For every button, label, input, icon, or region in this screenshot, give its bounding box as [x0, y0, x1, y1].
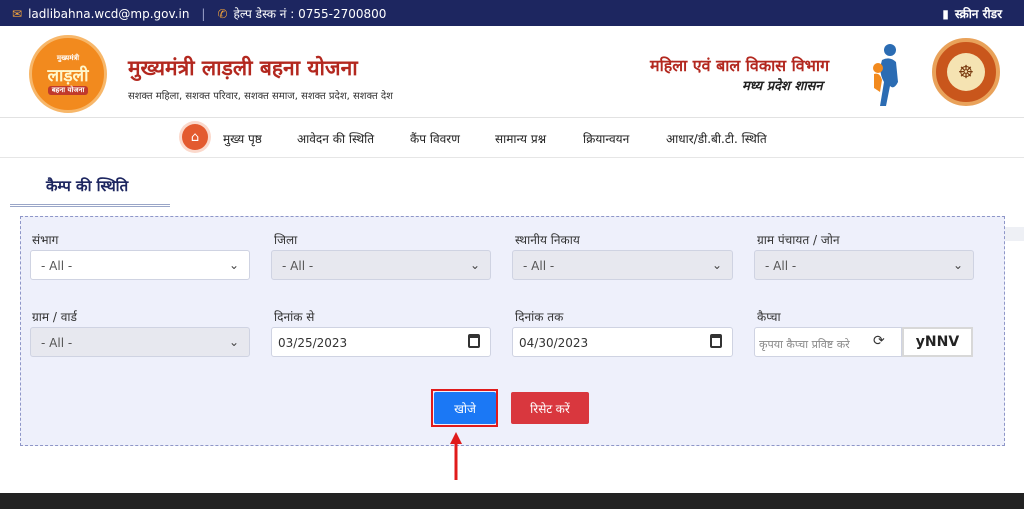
- contact-email[interactable]: ladlibahna.wcd@mp.gov.in: [28, 7, 189, 21]
- refresh-icon[interactable]: ⟳: [873, 333, 885, 349]
- division-select[interactable]: - All - ⌄: [30, 250, 250, 280]
- date-from-label: दिनांक से: [274, 310, 315, 324]
- district-select[interactable]: - All - ⌄: [271, 250, 491, 280]
- top-bar: ✉ ladlibahna.wcd@mp.gov.in | ✆ हेल्प डेस…: [0, 0, 1024, 26]
- screen-reader-label: स्क्रीन रीडर: [954, 7, 1002, 21]
- reset-button[interactable]: रिसेट करें: [511, 392, 589, 424]
- date-from-value: 03/25/2023: [278, 336, 348, 350]
- footer-bar: [0, 493, 1024, 509]
- district-value: - All -: [282, 259, 314, 273]
- nav-camp-details[interactable]: कैंप विवरण: [410, 130, 460, 147]
- mother-child-icon: [873, 44, 898, 106]
- contact-info: ✉ ladlibahna.wcd@mp.gov.in | ✆ हेल्प डेस…: [12, 5, 386, 22]
- emblem-center-icon: ☸: [947, 53, 985, 91]
- captcha-code: yNNV: [902, 327, 973, 357]
- nav-implementation[interactable]: क्रियान्वयन: [583, 130, 629, 147]
- date-to-value: 04/30/2023: [519, 336, 589, 350]
- calendar-icon[interactable]: [468, 334, 480, 348]
- main-nav: ⌂ मुख्य पृष्ठ आवेदन की स्थिति कैंप विवरण…: [0, 118, 1024, 158]
- local-body-select[interactable]: - All - ⌄: [512, 250, 733, 280]
- village-ward-select[interactable]: - All - ⌄: [30, 327, 250, 357]
- scheme-logo[interactable]: मुख्यमंत्री लाड़ली बहना योजना: [29, 35, 107, 113]
- mail-icon: ✉: [12, 6, 23, 21]
- chevron-down-icon: ⌄: [952, 258, 963, 272]
- chevron-down-icon: ⌄: [228, 335, 239, 349]
- chevron-down-icon: ⌄: [711, 258, 722, 272]
- gram-panchayat-select[interactable]: - All - ⌄: [754, 250, 974, 280]
- chevron-down-icon: ⌄: [469, 258, 480, 272]
- division-label: संभाग: [32, 233, 59, 247]
- calendar-icon[interactable]: [710, 334, 722, 348]
- logo-top-text: मुख्यमंत्री: [56, 53, 80, 62]
- site-header: मुख्यमंत्री लाड़ली बहना योजना मुख्यमंत्र…: [0, 26, 1024, 118]
- phone-icon: ✆: [217, 6, 228, 21]
- helpdesk-number: हेल्प डेस्क नं : 0755-2700800: [233, 7, 387, 21]
- page-title: कैम्प की स्थिति: [46, 177, 129, 195]
- site-title: मुख्यमंत्री लाड़ली बहना योजना: [128, 55, 358, 80]
- date-to-label: दिनांक तक: [515, 310, 564, 324]
- title-underline: [10, 204, 170, 207]
- screen-reader-link[interactable]: ▮ स्क्रीन रीडर: [942, 5, 1002, 22]
- nav-home[interactable]: मुख्य पृष्ठ: [223, 130, 262, 147]
- captcha-label: कैप्चा: [757, 310, 781, 324]
- local-body-label: स्थानीय निकाय: [515, 233, 580, 247]
- nav-aadhaar-dbt-status[interactable]: आधार/डी.बी.टी. स्थिति: [666, 130, 767, 147]
- nav-application-status[interactable]: आवेदन की स्थिति: [297, 130, 374, 147]
- divider: |: [201, 6, 206, 21]
- gram-panchayat-label: ग्राम पंचायत / जोन: [757, 233, 840, 247]
- chevron-down-icon: ⌄: [228, 258, 239, 272]
- government-name: मध्य प्रदेश शासन: [742, 79, 823, 94]
- book-icon: ▮: [942, 6, 949, 21]
- date-from-input[interactable]: 03/25/2023: [271, 327, 491, 357]
- nav-faq[interactable]: सामान्य प्रश्न: [495, 130, 546, 147]
- arrow-up-icon: [450, 432, 462, 480]
- gram-panchayat-value: - All -: [765, 259, 797, 273]
- date-to-input[interactable]: 04/30/2023: [512, 327, 733, 357]
- logo-main-text: लाड़ली: [47, 65, 89, 86]
- search-button[interactable]: खोजे: [434, 392, 496, 424]
- logo-bottom-text: बहना योजना: [47, 85, 89, 95]
- district-label: जिला: [274, 233, 298, 247]
- division-value: - All -: [41, 259, 73, 273]
- home-icon[interactable]: ⌂: [182, 124, 208, 150]
- mp-emblem: ☸: [932, 38, 1000, 106]
- department-name: महिला एवं बाल विकास विभाग: [650, 56, 830, 75]
- captcha-placeholder: कृपया कैप्चा प्रविष्ट करे: [759, 338, 850, 351]
- village-ward-label: ग्राम / वार्ड: [32, 310, 77, 324]
- site-tagline: सशक्त महिला, सशक्त परिवार, सशक्त समाज, स…: [128, 91, 393, 102]
- local-body-value: - All -: [523, 259, 555, 273]
- village-ward-value: - All -: [41, 336, 73, 350]
